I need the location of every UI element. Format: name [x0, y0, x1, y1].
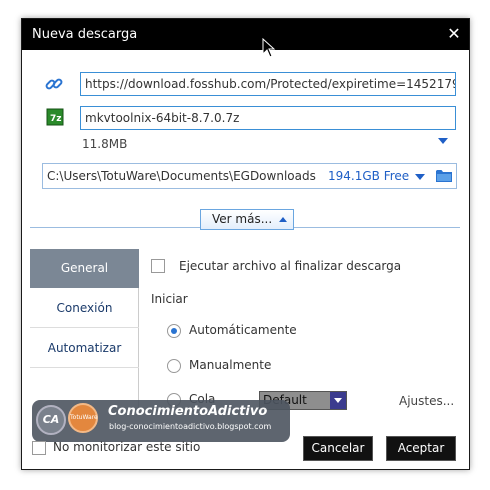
save-path-select[interactable]: C:\Users\TotuWare\Documents\EGDownloads … — [42, 163, 457, 189]
run-on-finish-checkbox[interactable] — [151, 259, 165, 273]
chevron-down-icon[interactable] — [438, 138, 448, 144]
settings-link[interactable]: Ajustes... — [399, 394, 454, 408]
free-space-label: 194.1GB Free — [328, 169, 410, 183]
file-size-label: 11.8MB — [82, 137, 128, 151]
chevron-up-icon — [279, 217, 287, 222]
no-monitor-checkbox[interactable] — [32, 441, 46, 455]
start-manual-label: Manualmente — [189, 358, 272, 372]
tab-automate[interactable]: Automatizar — [30, 329, 139, 368]
folder-icon[interactable] — [436, 169, 452, 182]
title-bar: Nueva descarga ✕ — [22, 19, 469, 50]
watermark-logo-totuware: TotuWare — [68, 403, 98, 433]
start-manual-radio[interactable] — [167, 359, 181, 373]
options-tabs: General Conexión Automatizar — [30, 249, 139, 409]
watermark-title: ConocimientoAdictivo — [108, 404, 268, 419]
mouse-cursor-icon — [262, 38, 276, 58]
cancel-button[interactable]: Cancelar — [303, 436, 373, 461]
run-on-finish-label: Ejecutar archivo al finalizar descarga — [179, 259, 402, 273]
window-title: Nueva descarga — [32, 27, 138, 42]
7z-file-icon: 7z — [46, 108, 64, 126]
more-options-button[interactable]: Ver más... — [200, 209, 294, 230]
tab-connection[interactable]: Conexión — [30, 289, 139, 328]
svg-text:7z: 7z — [50, 114, 62, 124]
start-auto-label: Automáticamente — [189, 323, 297, 337]
tab-general[interactable]: General — [30, 249, 139, 288]
chevron-down-icon[interactable] — [415, 174, 425, 180]
download-dialog: Nueva descarga ✕ https://download.fosshu… — [21, 18, 470, 470]
link-icon — [45, 78, 63, 90]
watermark-url: blog-conocimientoadictivo.blogspot.com — [109, 422, 272, 431]
watermark-banner: CA TotuWare ConocimientoAdictivo blog-co… — [32, 400, 290, 442]
chevron-down-icon — [330, 392, 346, 409]
no-monitor-label: No monitorizar este sitio — [53, 440, 201, 454]
start-auto-radio[interactable] — [167, 324, 181, 338]
close-icon[interactable]: ✕ — [439, 19, 469, 50]
watermark-logo-ca: CA — [36, 405, 66, 435]
start-heading: Iniciar — [151, 292, 188, 306]
accept-button[interactable]: Aceptar — [386, 436, 456, 461]
url-input[interactable]: https://download.fosshub.com/Protected/e… — [80, 72, 456, 96]
filename-input[interactable]: mkvtoolnix-64bit-8.7.0.7z — [80, 106, 456, 130]
save-path-text: C:\Users\TotuWare\Documents\EGDownloads — [47, 169, 316, 183]
more-options-label: Ver más... — [212, 212, 273, 226]
